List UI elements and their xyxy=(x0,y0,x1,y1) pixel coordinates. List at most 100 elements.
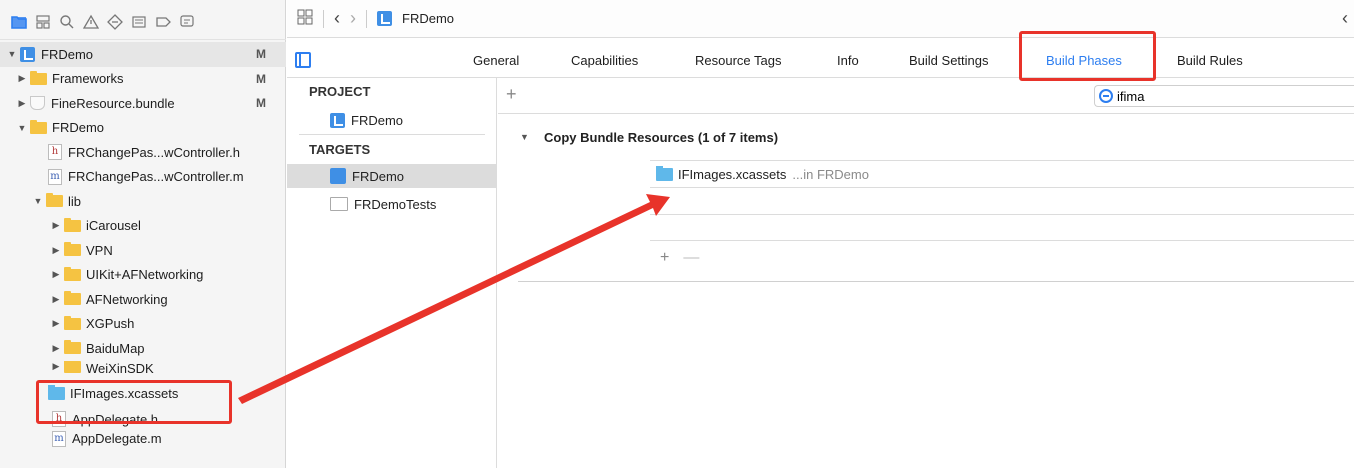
test-diamond-icon[interactable] xyxy=(106,13,124,31)
tree-item-fineresource-bundle[interactable]: ▶ FineResource.bundle M xyxy=(0,91,286,116)
hierarchy-icon[interactable] xyxy=(34,13,52,31)
add-phase-button[interactable]: + xyxy=(506,84,517,105)
breadcrumb[interactable]: FRDemo xyxy=(402,11,454,26)
debug-icon[interactable] xyxy=(130,13,148,31)
tab-general[interactable]: General xyxy=(473,53,519,68)
disclosure-closed-icon[interactable]: ▶ xyxy=(50,269,62,280)
tree-item-lib[interactable]: ▼ lib xyxy=(0,189,286,214)
tree-item-label: FRChangePas...wController.m xyxy=(68,169,244,185)
disclosure-closed-icon[interactable]: ▶ xyxy=(50,318,62,329)
search-icon[interactable] xyxy=(58,13,76,31)
tree-item-header-file[interactable]: h FRChangePas...wController.h xyxy=(0,140,286,165)
disclosure-open-icon[interactable]: ▼ xyxy=(520,132,529,142)
build-phases-pane: + ▼ Copy Bundle Resources (1 of 7 items)… xyxy=(498,78,1354,468)
disclosure-open-icon[interactable]: ▼ xyxy=(6,49,18,59)
target-item-label: FRDemoTests xyxy=(354,196,437,212)
resource-row-empty[interactable] xyxy=(650,214,1354,241)
tab-resource-tags[interactable]: Resource Tags xyxy=(695,53,781,68)
tree-item-frdemo-group[interactable]: ▼ FRDemo xyxy=(0,116,286,141)
sidebar-toggle-icon[interactable] xyxy=(295,52,311,68)
tab-build-rules[interactable]: Build Rules xyxy=(1177,53,1243,68)
report-icon[interactable] xyxy=(178,13,196,31)
breakpoint-icon[interactable] xyxy=(154,13,172,31)
folder-icon xyxy=(30,70,47,85)
target-item-app[interactable]: FRDemo xyxy=(287,164,496,188)
disclosure-closed-icon[interactable]: ▶ xyxy=(16,98,28,109)
tree-item-label: AppDelegate.m xyxy=(72,431,162,447)
tree-item-appdelegate-m[interactable]: m AppDelegate.m xyxy=(0,427,286,452)
project-icon xyxy=(330,112,345,128)
forward-arrow-icon[interactable]: › xyxy=(350,8,356,29)
tree-item-label: FineResource.bundle xyxy=(51,95,175,111)
warning-icon[interactable] xyxy=(82,13,100,31)
folder-icon xyxy=(64,291,81,306)
targets-section-header: TARGETS xyxy=(309,142,371,157)
tree-item-vpn[interactable]: ▶ VPN xyxy=(0,238,286,263)
project-item-label: FRDemo xyxy=(351,112,404,128)
tree-item-frameworks[interactable]: ▶ Frameworks M xyxy=(0,67,286,92)
project-item[interactable]: FRDemo xyxy=(287,108,496,132)
disclosure-closed-icon[interactable]: ▶ xyxy=(50,220,62,231)
tree-item-baidumap[interactable]: ▶ BaiduMap xyxy=(0,336,286,361)
resource-row-empty[interactable] xyxy=(650,187,1354,214)
target-item-tests[interactable]: FRDemoTests xyxy=(287,192,496,216)
asset-catalog-icon xyxy=(656,165,673,181)
tree-item-label: Frameworks xyxy=(52,71,124,87)
app-target-icon xyxy=(330,168,346,184)
folder-icon xyxy=(64,242,81,257)
folder-icon xyxy=(64,217,81,232)
related-items-icon[interactable] xyxy=(297,9,313,28)
resource-location: ...in FRDemo xyxy=(792,166,869,182)
resource-row[interactable]: IFImages.xcassets ...in FRDemo xyxy=(650,160,1354,187)
tree-item-label: WeiXinSDK xyxy=(86,360,154,376)
phase-filter-input[interactable] xyxy=(1117,88,1317,104)
tree-item-afnetworking[interactable]: ▶ AFNetworking xyxy=(0,287,286,312)
project-icon xyxy=(20,46,35,62)
tab-info[interactable]: Info xyxy=(837,53,859,68)
tree-item-xgpush[interactable]: ▶ XGPush xyxy=(0,312,286,337)
tree-item-label: iCarousel xyxy=(86,218,141,234)
highlight-box-xcassets xyxy=(36,380,232,424)
scm-badge: M xyxy=(256,71,266,86)
folder-icon[interactable] xyxy=(10,13,28,31)
split-back-icon[interactable]: ‹ xyxy=(1342,8,1348,29)
folder-icon xyxy=(46,193,63,208)
tree-item-label: AFNetworking xyxy=(86,291,168,307)
folder-icon xyxy=(64,315,81,330)
folder-icon xyxy=(64,360,81,373)
source-file-icon: m xyxy=(52,430,66,447)
disclosure-open-icon[interactable]: ▼ xyxy=(16,123,28,133)
disclosure-closed-icon[interactable]: ▶ xyxy=(16,73,28,84)
jump-bar: ‹ › FRDemo ‹ xyxy=(287,0,1354,38)
tree-item-project-root[interactable]: ▼ FRDemo M xyxy=(0,42,286,67)
tab-build-settings[interactable]: Build Settings xyxy=(909,53,989,68)
folder-icon xyxy=(30,119,47,134)
editor-tabs: General Capabilities Resource Tags Info … xyxy=(287,44,1354,78)
tree-item-uikit-afnetworking[interactable]: ▶ UIKit+AFNetworking xyxy=(0,263,286,288)
remove-resource-button[interactable]: — xyxy=(683,249,699,267)
phase-filter-field[interactable] xyxy=(1094,85,1354,107)
tab-capabilities[interactable]: Capabilities xyxy=(571,53,638,68)
disclosure-open-icon[interactable]: ▼ xyxy=(32,196,44,206)
navigator-toolbar xyxy=(0,4,286,40)
disclosure-closed-icon[interactable]: ▶ xyxy=(50,245,62,256)
scm-badge: M xyxy=(256,47,266,62)
folder-icon xyxy=(64,340,81,355)
back-arrow-icon[interactable]: ‹ xyxy=(334,8,340,29)
project-icon xyxy=(377,11,392,26)
tree-item-label: FRDemo xyxy=(52,120,105,136)
disclosure-closed-icon[interactable]: ▶ xyxy=(50,343,62,354)
test-target-icon xyxy=(330,197,348,211)
phase-title: Copy Bundle Resources (1 of 7 items) xyxy=(544,130,779,145)
tree-item-label: BaiduMap xyxy=(86,340,145,356)
tree-item-label: VPN xyxy=(86,242,113,258)
filter-icon xyxy=(1099,89,1113,103)
disclosure-closed-icon[interactable]: ▶ xyxy=(50,361,62,372)
disclosure-closed-icon[interactable]: ▶ xyxy=(50,294,62,305)
header-file-icon: h xyxy=(48,144,62,161)
add-resource-button[interactable]: + xyxy=(660,249,669,267)
tree-item-icarousel[interactable]: ▶ iCarousel xyxy=(0,214,286,239)
tree-item-source-file[interactable]: m FRChangePas...wController.m xyxy=(0,165,286,190)
tree-item-weixinsdk[interactable]: ▶ WeiXinSDK xyxy=(0,360,286,379)
target-list: PROJECT FRDemo TARGETS FRDemo FRDemoTest… xyxy=(287,78,497,468)
